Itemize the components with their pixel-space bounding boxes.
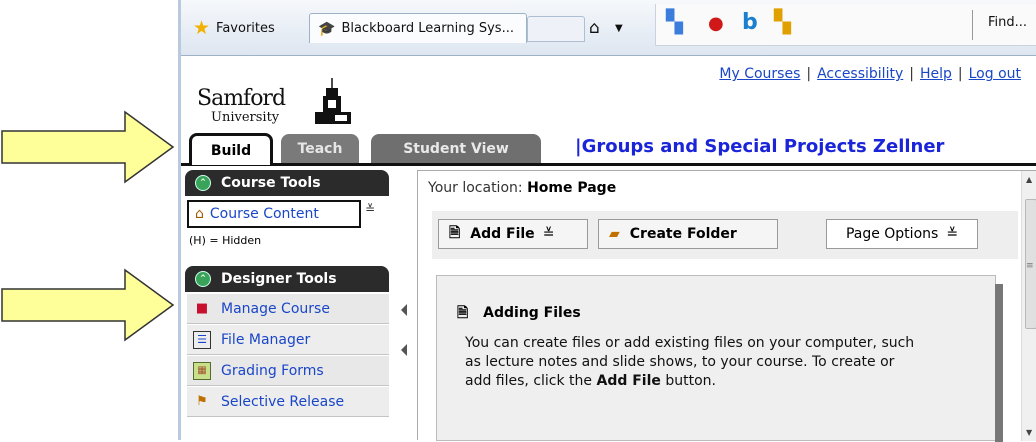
- chevron-down-icon: ≚: [542, 226, 555, 242]
- document-icon: 🗎: [457, 305, 469, 321]
- favorites-label: Favorites: [216, 20, 275, 36]
- location-value: Home Page: [527, 180, 617, 196]
- blackboard-favicon-icon: 🎓: [318, 20, 336, 37]
- grading-icon: ▦: [193, 361, 211, 380]
- new-tab-button[interactable]: [527, 16, 585, 42]
- info-body-bold: Add File: [596, 373, 661, 389]
- nav-collapse-handle[interactable]: [401, 304, 415, 364]
- page-options-label: Page Options: [845, 226, 939, 242]
- tab-build[interactable]: Build: [189, 133, 273, 165]
- hidden-legend: (H) = Hidden: [189, 234, 262, 247]
- file-manager-label: File Manager: [221, 331, 311, 348]
- help-link[interactable]: Help: [920, 66, 952, 82]
- scroll-up-icon[interactable]: ▲: [1026, 175, 1032, 184]
- main-content: Your location: Home Page 🗎 Add File ≚ ▰ …: [417, 170, 1036, 442]
- chevron-down-icon[interactable]: ▼: [615, 14, 623, 42]
- logo-wordmark: Samford: [197, 86, 286, 111]
- course-tools-header[interactable]: ⌃ Course Tools: [185, 170, 389, 196]
- favorites-button[interactable]: ★ Favorites: [193, 14, 275, 42]
- chevron-up-icon[interactable]: ⌃: [195, 175, 211, 191]
- scrollbar-grip-icon: ≡: [1026, 261, 1034, 271]
- selective-release-icon: ⚑: [196, 394, 208, 409]
- tab-bar-divider: [181, 163, 1036, 166]
- sidebar-item-file-manager[interactable]: ☰ File Manager: [187, 325, 389, 355]
- toolbox-icon: ■: [195, 301, 209, 316]
- add-file-label: Add File: [470, 226, 535, 242]
- info-body: You can create files or add existing fil…: [465, 334, 925, 391]
- file-manager-icon: ☰: [193, 330, 211, 349]
- info-panel: 🗎 Adding Files You can create files or a…: [436, 275, 1003, 442]
- scroll-down-icon[interactable]: ▼: [1026, 428, 1032, 437]
- collapse-left-icon: [401, 304, 407, 316]
- google-icon[interactable]: ▚: [666, 10, 683, 35]
- top-links: My Courses | Accessibility | Help | Log out: [719, 66, 1021, 82]
- browser-tab-title: Blackboard Learning Sys...: [341, 21, 514, 36]
- bell-tower-icon: [315, 78, 351, 124]
- tab-student-view[interactable]: Student View: [371, 134, 541, 164]
- home-icon[interactable]: ⌂: [589, 14, 600, 42]
- accessibility-link[interactable]: Accessibility: [817, 66, 903, 82]
- bing-icon[interactable]: b: [742, 10, 758, 35]
- course-content-label: Course Content: [209, 206, 319, 222]
- document-icon: 🗎: [449, 225, 461, 241]
- location-label: Your location:: [428, 180, 523, 196]
- vertical-scrollbar[interactable]: ▲ ≡ ▼: [1021, 171, 1036, 441]
- collapse-left-icon: [401, 344, 407, 356]
- action-toolbar: 🗎 Add File ≚ ▰ Create Folder Page Option…: [432, 211, 1018, 259]
- logo-subtext: University: [211, 110, 280, 125]
- create-folder-button[interactable]: ▰ Create Folder: [598, 219, 778, 249]
- page-options-button[interactable]: Page Options ≚: [826, 219, 978, 249]
- left-nav: ⌃ Course Tools ⌂ Course Content ≚ (H) = …: [185, 170, 395, 440]
- log-out-link[interactable]: Log out: [969, 66, 1021, 82]
- google-alt-icon[interactable]: ▚: [774, 10, 791, 35]
- panel-shadow: [995, 284, 1003, 442]
- course-tools-title: Course Tools: [221, 175, 321, 191]
- breadcrumb: Your location: Home Page: [428, 180, 616, 196]
- browser-toolbar: ★ Favorites 🎓 Blackboard Learning Sys...…: [181, 0, 1036, 56]
- annotation-arrow-build: [1, 110, 175, 184]
- annotation-arrow-designer-tools: [1, 268, 175, 342]
- home-icon: ⌂: [195, 206, 204, 222]
- manage-course-label: Manage Course: [221, 300, 330, 317]
- star-icon: ★: [193, 17, 211, 39]
- browser-tab-blackboard[interactable]: 🎓 Blackboard Learning Sys...: [309, 13, 527, 43]
- info-body-end: button.: [665, 373, 716, 389]
- my-courses-link[interactable]: My Courses: [719, 66, 800, 82]
- course-title: |Groups and Special Projects Zellner: [575, 136, 945, 157]
- chevron-up-icon[interactable]: ⌃: [195, 271, 211, 287]
- info-title-text: Adding Files: [483, 305, 581, 321]
- sidebar-item-manage-course[interactable]: ■ Manage Course: [187, 294, 389, 324]
- blackboard-page: Samford University My Courses | Accessibil…: [181, 56, 1036, 442]
- expand-chevron-icon[interactable]: ≚: [365, 202, 375, 216]
- sidebar-item-selective-release[interactable]: ⚑ Selective Release: [187, 387, 389, 417]
- browser-window: ★ Favorites 🎓 Blackboard Learning Sys...…: [178, 0, 1036, 442]
- tab-teach[interactable]: Teach: [281, 134, 359, 164]
- ask-icon[interactable]: ●: [708, 13, 724, 34]
- create-folder-label: Create Folder: [629, 226, 737, 242]
- designer-tools-header[interactable]: ⌃ Designer Tools: [185, 266, 389, 292]
- toolbar-divider: [972, 10, 973, 40]
- info-title: 🗎 Adding Files: [457, 302, 581, 326]
- bookmarks-toolbar: ▚ ● b ▚ Find...: [655, 4, 1036, 46]
- sidebar-item-grading-forms[interactable]: ▦ Grading Forms: [187, 356, 389, 386]
- grading-forms-label: Grading Forms: [221, 362, 324, 379]
- samford-logo: Samford University: [197, 72, 351, 126]
- folder-icon: ▰: [609, 226, 620, 242]
- designer-tools-title: Designer Tools: [221, 271, 337, 287]
- course-content-link[interactable]: ⌂ Course Content: [187, 200, 361, 228]
- selective-release-label: Selective Release: [221, 393, 345, 410]
- find-button[interactable]: Find...: [988, 15, 1027, 30]
- add-file-button[interactable]: 🗎 Add File ≚: [438, 219, 588, 249]
- chevron-down-icon: ≚: [946, 226, 959, 242]
